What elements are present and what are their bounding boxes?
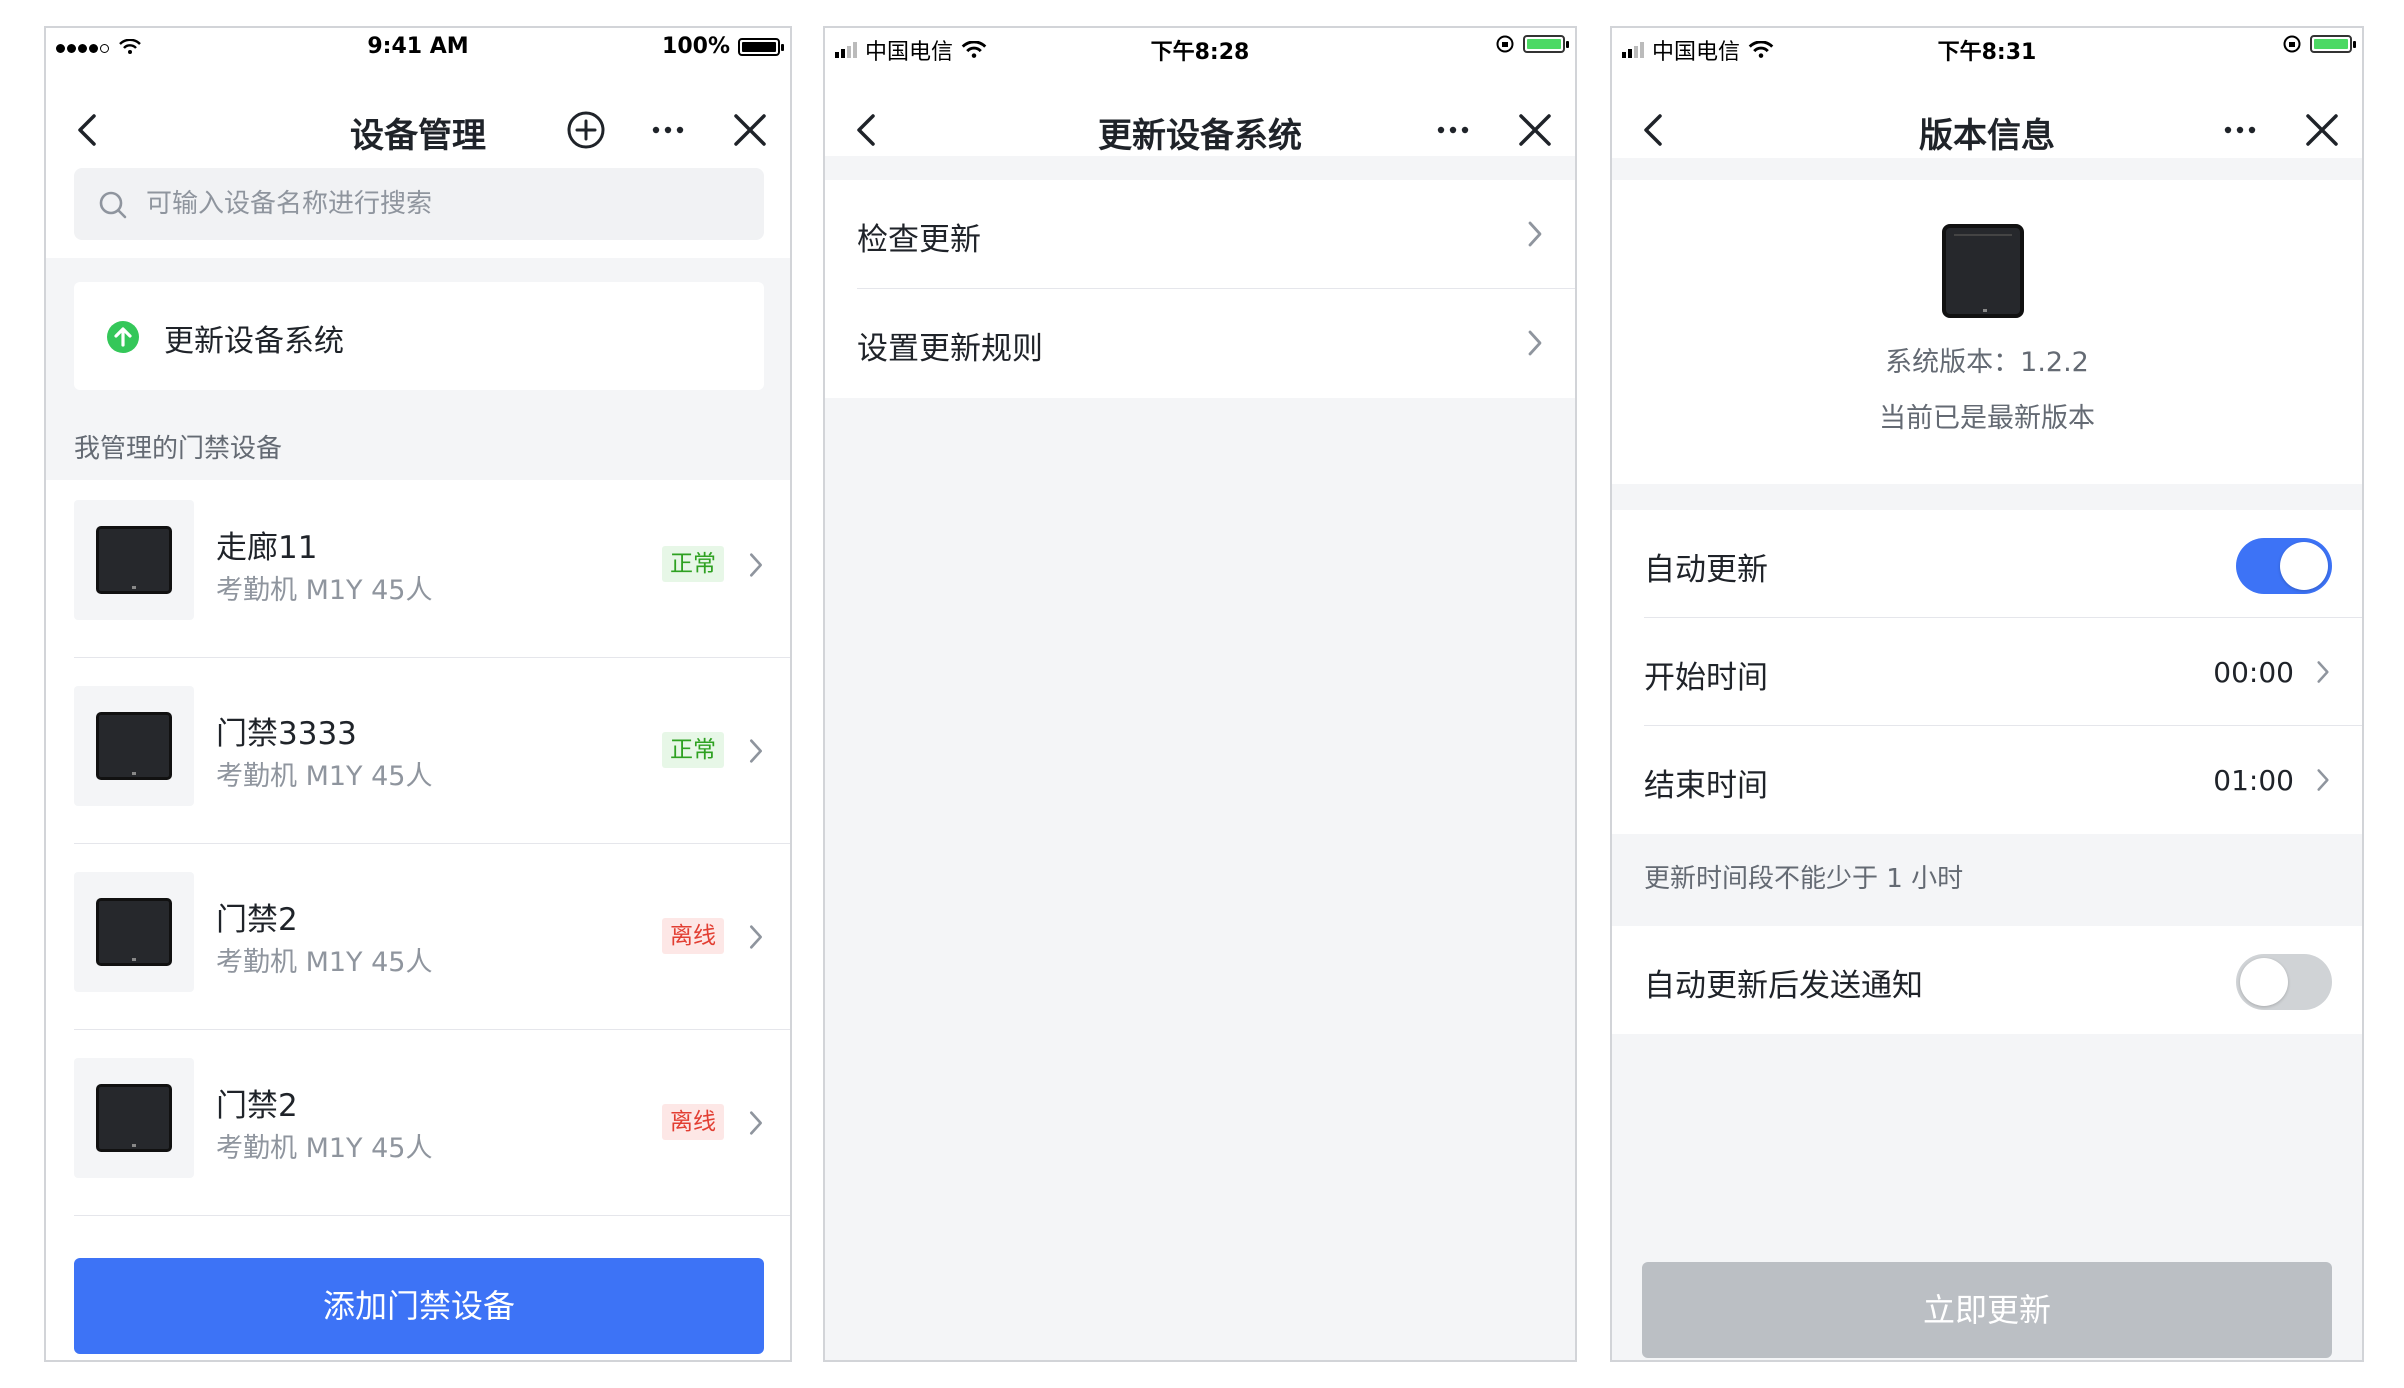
device-management-screen: 9:41 AM 100% 设备管理 更新设备系统 我管理的门禁设备 走廊11 考勤… [44,26,792,1362]
version-card: 系统版本：1.2.2 当前已是最新版本 [1612,180,2362,484]
battery-charging-icon [2310,35,2356,53]
more-icon[interactable] [1431,108,1475,152]
schedule-settings: 自动更新 开始时间 00:00 结束时间 01:00 [1612,510,2362,834]
content-area: 检查更新 设置更新规则 [825,156,1575,1360]
battery-percent: 100% [662,34,730,59]
notify-row: 自动更新后发送通知 [1644,926,2362,1034]
update-system-screen: 中国电信 下午8:28 更新设备系统 检查更新 设置更新规则 [823,26,1577,1362]
rotation-lock-icon [2283,35,2301,53]
device-list-item[interactable]: 门禁2 考勤机 M1Y 45人 离线 [74,844,790,1030]
chevron-right-icon [750,1111,762,1135]
device-thumbnail [74,1058,194,1178]
section-label: 我管理的门禁设备 [74,434,283,464]
chevron-right-icon [750,553,762,577]
upload-arrow-icon [107,321,139,353]
update-rules-item[interactable]: 设置更新规则 [857,289,1575,398]
notify-toggle[interactable] [2236,954,2332,1010]
check-update-item[interactable]: 检查更新 [857,180,1575,289]
device-thumbnail [74,872,194,992]
update-system-label: 更新设备系统 [164,324,344,359]
auto-update-toggle[interactable] [2236,538,2332,594]
auto-update-label: 自动更新 [1644,552,1768,588]
device-model: 考勤机 M1Y 45人 [216,947,433,978]
notify-settings: 自动更新后发送通知 [1612,926,2362,1034]
chevron-right-icon [2317,769,2329,791]
device-list-item[interactable]: 门禁2 考勤机 M1Y 45人 离线 [74,1030,790,1216]
latest-version-note: 当前已是最新版本 [1879,403,2095,434]
battery-charging-icon [1523,35,1569,53]
chevron-right-icon [1528,221,1542,247]
more-icon[interactable] [2218,108,2262,152]
status-badge: 离线 [662,1104,724,1140]
update-system-entry[interactable]: 更新设备系统 [74,282,764,390]
device-name: 门禁2 [216,1088,298,1124]
device-model: 考勤机 M1Y 45人 [216,1133,433,1164]
add-device-button[interactable]: 添加门禁设备 [74,1258,764,1354]
device-list: 走廊11 考勤机 M1Y 45人 正常 门禁3333 考勤机 M1Y 45人 正常 门禁2 考… [46,480,790,1240]
notify-label: 自动更新后发送通知 [1644,968,1923,1004]
end-time-value: 01:00 [2213,764,2294,797]
toggle-knob [2280,542,2328,590]
device-name: 门禁3333 [216,716,357,752]
end-time-label: 结束时间 [1644,768,1768,804]
device-name: 走廊11 [216,530,318,566]
rotation-lock-icon [1496,35,1514,53]
status-bar: 9:41 AM 100% [46,28,790,68]
chevron-right-icon [750,739,762,763]
status-badge: 正常 [662,546,724,582]
search-icon [99,191,127,219]
time-range-hint: 更新时间段不能少于 1 小时 [1644,864,1964,894]
chevron-right-icon [750,925,762,949]
status-badge: 离线 [662,918,724,954]
device-model: 考勤机 M1Y 45人 [216,575,433,606]
search-bar[interactable] [74,168,764,240]
status-bar: 中国电信 下午8:31 [1612,28,2362,68]
start-time-row[interactable]: 开始时间 00:00 [1644,618,2362,726]
update-now-button[interactable]: 立即更新 [1642,1262,2332,1358]
end-time-row[interactable]: 结束时间 01:00 [1644,726,2362,834]
device-list-item[interactable]: 走廊11 考勤机 M1Y 45人 正常 [74,480,790,658]
toggle-knob [2240,958,2288,1006]
add-circle-icon[interactable] [564,108,608,152]
start-time-label: 开始时间 [1644,660,1768,696]
status-time: 下午8:28 [1150,40,1250,65]
battery-icon [738,37,784,56]
chevron-right-icon [2317,661,2329,683]
device-model: 考勤机 M1Y 45人 [216,761,433,792]
close-icon[interactable] [1513,108,1557,152]
more-icon[interactable] [646,108,690,152]
device-image [1942,224,2024,318]
content-area: 系统版本：1.2.2 当前已是最新版本 自动更新 开始时间 00:00 结束时间… [1612,158,2362,1360]
search-input[interactable] [146,168,746,240]
close-icon[interactable] [2300,108,2344,152]
menu-item-label: 检查更新 [857,222,981,258]
nav-bar: 设备管理 [46,78,790,182]
start-time-value: 00:00 [2213,656,2294,689]
device-thumbnail [74,686,194,806]
device-thumbnail [74,500,194,620]
auto-update-row: 自动更新 [1644,510,2362,618]
version-info-screen: 中国电信 下午8:31 版本信息 系统版本：1.2.2 当前已是最新版本 自动更… [1610,26,2364,1362]
system-version: 系统版本：1.2.2 [1885,347,2089,378]
chevron-right-icon [1528,330,1542,356]
status-bar: 中国电信 下午8:28 [825,28,1575,68]
close-icon[interactable] [728,108,772,152]
status-badge: 正常 [662,732,724,768]
status-time: 下午8:31 [1937,40,2037,65]
device-name: 门禁2 [216,902,298,938]
device-list-item[interactable]: 门禁3333 考勤机 M1Y 45人 正常 [74,658,790,844]
menu-item-label: 设置更新规则 [857,331,1043,367]
menu-list: 检查更新 设置更新规则 [825,180,1575,398]
